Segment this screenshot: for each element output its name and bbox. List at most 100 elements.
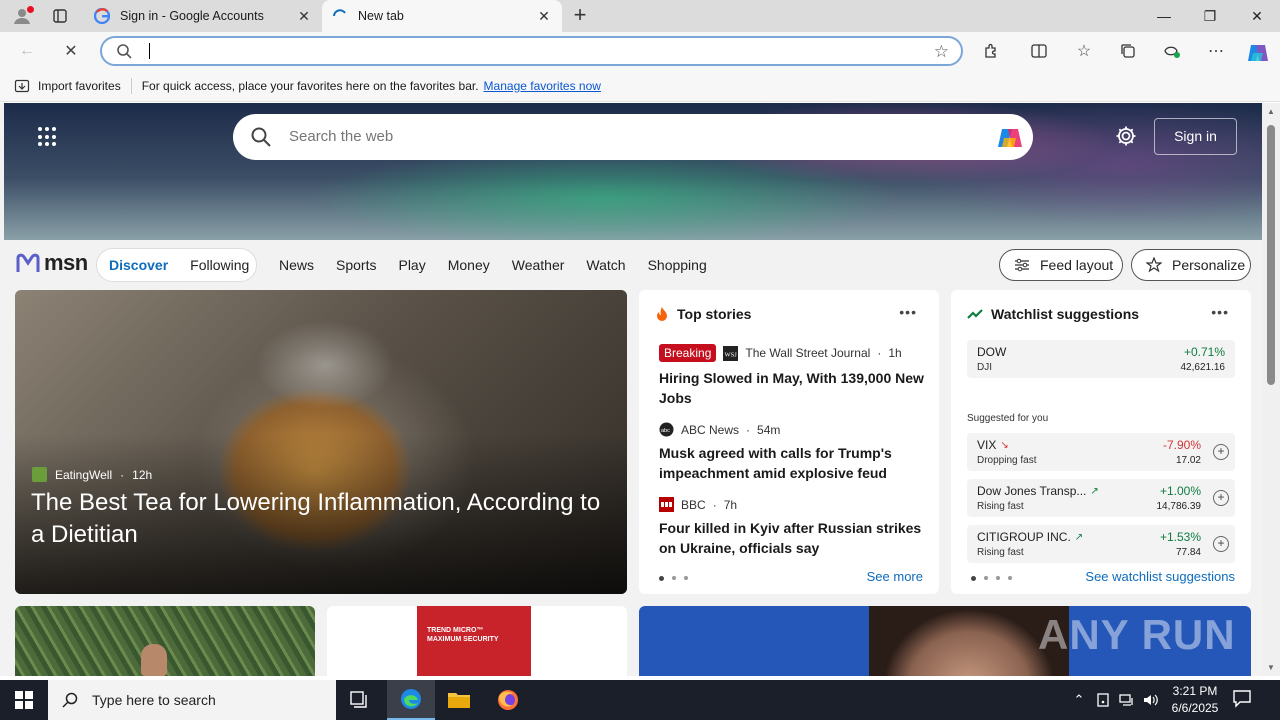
taskbar-edge[interactable]	[387, 680, 435, 720]
nav-shopping[interactable]: Shopping	[648, 257, 707, 273]
close-tab-icon[interactable]: ✕	[296, 8, 312, 25]
search-icon	[117, 44, 132, 59]
see-more-link[interactable]: See more	[867, 569, 923, 584]
address-bar[interactable]: ☆	[100, 36, 963, 66]
quote-suggestion[interactable]: Dow Jones Transp... ↗ Rising fast +1.00% …	[967, 479, 1235, 517]
google-icon	[94, 8, 110, 24]
back-button[interactable]: ←	[14, 38, 40, 64]
tab-strip: Sign in - Google Accounts ✕ New tab ✕ + …	[0, 0, 1280, 32]
tab-discover[interactable]: Discover	[109, 257, 168, 273]
tray-network[interactable]	[1116, 680, 1138, 720]
wsj-logo-icon: WSJ	[723, 345, 739, 361]
tab-new-tab[interactable]: New tab ✕	[322, 0, 562, 32]
extensions-button[interactable]	[978, 38, 1004, 64]
story-item[interactable]: BBC · 7h Four killed in Kyiv after Russi…	[659, 497, 924, 558]
close-tab-icon[interactable]: ✕	[536, 8, 552, 25]
story-item[interactable]: abc ABC News · 54m Musk agreed with call…	[659, 422, 924, 483]
personalize-button[interactable]: Personalize	[1131, 249, 1251, 281]
story-headline: Musk agreed with calls for Trump's impea…	[659, 445, 892, 481]
msn-nav: msn Discover Following News Sports Play …	[0, 240, 1262, 290]
taskbar-search-placeholder: Type here to search	[92, 692, 216, 708]
separator-dot: ·	[877, 346, 882, 360]
nav-weather[interactable]: Weather	[512, 257, 565, 273]
sliders-icon	[1015, 258, 1029, 272]
restore-button[interactable]: ❐	[1187, 0, 1233, 32]
quote-dow[interactable]: DOW DJI +0.71% 42,621.16	[967, 340, 1235, 378]
sign-in-button[interactable]: Sign in	[1154, 118, 1237, 155]
app-launcher-icon[interactable]	[38, 127, 58, 147]
feed-layout-button[interactable]: Feed layout	[999, 249, 1123, 281]
taskbar-firefox[interactable]	[484, 680, 532, 720]
copilot-icon[interactable]	[995, 123, 1025, 153]
taskbar-search[interactable]: Type here to search	[48, 680, 336, 720]
new-tab-button[interactable]: +	[568, 4, 592, 28]
taskbar-clock[interactable]: 3:21 PM 6/6/2025	[1160, 683, 1230, 717]
carousel-dots[interactable]	[659, 576, 688, 581]
tray-network-drive[interactable]	[1092, 680, 1114, 720]
quote-suggestion[interactable]: VIX ↘ Dropping fast -7.90% 17.02 +	[967, 433, 1235, 471]
scroll-up-icon[interactable]: ▲	[1267, 107, 1275, 116]
nav-watch[interactable]: Watch	[586, 257, 625, 273]
msn-logo[interactable]: msn	[16, 250, 88, 276]
task-view-button[interactable]	[336, 680, 384, 720]
top-stories-header: Top stories	[655, 306, 751, 322]
profile-button[interactable]	[8, 4, 36, 28]
story-headline: Hiring Slowed in May, With 139,000 New J…	[659, 370, 924, 406]
gear-icon[interactable]	[1115, 125, 1137, 147]
more-icon: ⋯	[1208, 43, 1224, 60]
settings-more-button[interactable]: ⋯	[1203, 38, 1229, 64]
split-screen-button[interactable]	[1026, 38, 1052, 64]
story-age: 54m	[757, 422, 781, 437]
news-card-image[interactable]	[15, 606, 315, 676]
story-age: 7h	[723, 497, 738, 512]
manage-favorites-link[interactable]: Manage favorites now	[484, 79, 601, 93]
ad-card-image[interactable]: TREND MICRO™ MAXIMUM SECURITY	[327, 606, 627, 676]
nav-news[interactable]: News	[279, 257, 314, 273]
import-favorites-button[interactable]: Import favorites	[14, 78, 121, 94]
featured-article-card[interactable]: EatingWell · 12h The Best Tea for Loweri…	[15, 290, 627, 594]
tab-actions-button[interactable]	[44, 4, 76, 28]
product-line1: TREND MICRO™	[427, 627, 484, 634]
clock-time: 3:21 PM	[1172, 684, 1218, 698]
add-to-watchlist-icon[interactable]: +	[1213, 444, 1229, 460]
more-options-icon[interactable]: •••	[899, 304, 917, 320]
add-favorite-icon[interactable]: ☆	[934, 42, 949, 62]
taskbar-file-explorer[interactable]	[435, 680, 483, 720]
page-scrollbar[interactable]: ▲ ▼	[1262, 103, 1280, 676]
tab-following[interactable]: Following	[190, 257, 249, 273]
nav-money[interactable]: Money	[448, 257, 490, 273]
copilot-icon[interactable]	[1245, 40, 1271, 66]
carousel-dots[interactable]	[971, 576, 1012, 581]
windows-logo-icon	[15, 691, 33, 709]
story-source: ABC News	[681, 422, 740, 437]
nav-sports[interactable]: Sports	[336, 257, 376, 273]
quote-suggestion[interactable]: CITIGROUP INC. ↗ Rising fast +1.53% 77.84…	[967, 525, 1235, 563]
text-caret	[149, 43, 150, 59]
quote-change: +1.00%	[1159, 484, 1201, 498]
tray-volume[interactable]	[1140, 680, 1162, 720]
minimize-button[interactable]: —	[1141, 0, 1187, 32]
more-options-icon[interactable]: •••	[1211, 304, 1229, 320]
story-item[interactable]: Breaking WSJ The Wall Street Journal · 1…	[659, 344, 924, 408]
nav-play[interactable]: Play	[398, 257, 425, 273]
favorites-button[interactable]: ☆	[1071, 38, 1097, 64]
web-search-placeholder: Search the web	[289, 128, 394, 145]
start-button[interactable]	[0, 680, 48, 720]
close-window-button[interactable]: ✕	[1234, 0, 1280, 32]
stop-loading-button[interactable]: ✕	[58, 38, 84, 64]
show-hidden-icons[interactable]: ⌃	[1068, 680, 1090, 720]
notification-center-button[interactable]	[1232, 688, 1262, 712]
web-search-box[interactable]: Search the web	[233, 114, 1033, 160]
scroll-thumb[interactable]	[1267, 125, 1275, 385]
add-to-watchlist-icon[interactable]: +	[1213, 490, 1229, 506]
collections-button[interactable]	[1115, 38, 1141, 64]
browser-essentials-button[interactable]	[1159, 38, 1185, 64]
svg-text:abc: abc	[661, 428, 670, 434]
article-headline[interactable]: The Best Tea for Lowering Inflammation, …	[31, 487, 611, 551]
firefox-icon	[498, 690, 518, 710]
tab-google-signin[interactable]: Sign in - Google Accounts ✕	[84, 0, 322, 32]
add-to-watchlist-icon[interactable]: +	[1213, 536, 1229, 552]
drive-icon	[1097, 693, 1109, 707]
see-watchlist-suggestions-link[interactable]: See watchlist suggestions	[1085, 569, 1235, 584]
scroll-down-icon[interactable]: ▼	[1267, 663, 1275, 672]
